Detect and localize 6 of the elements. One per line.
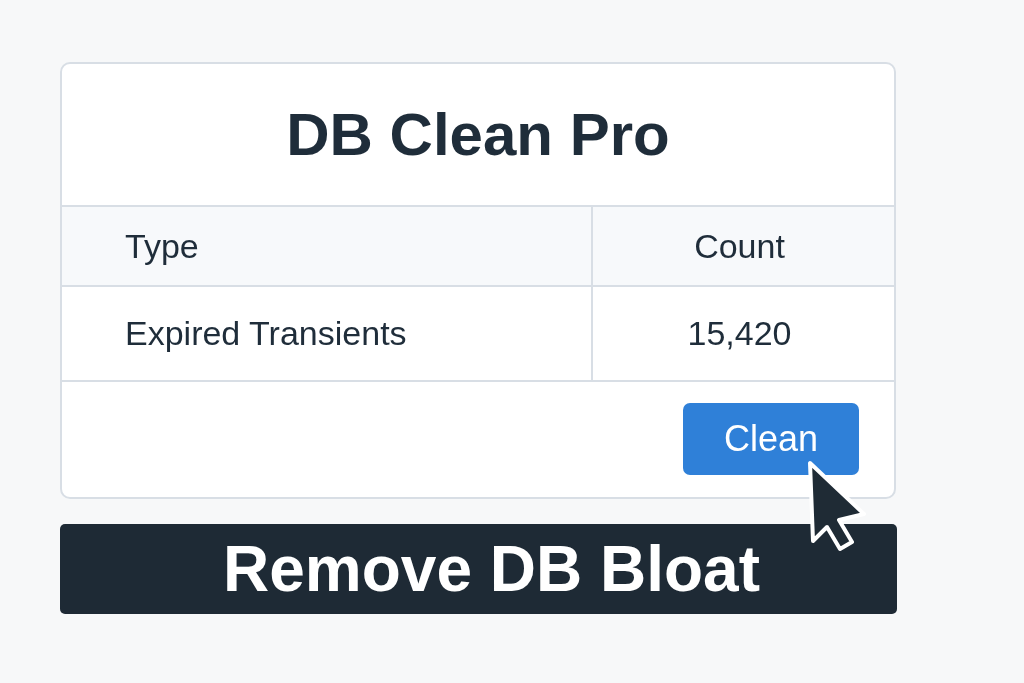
app-title: DB Clean Pro xyxy=(286,100,670,169)
caption-banner: Remove DB Bloat xyxy=(60,524,897,614)
table-cell: Expired Transients xyxy=(62,287,593,382)
clean-button[interactable]: Clean xyxy=(683,403,859,475)
column-header: Count xyxy=(593,207,894,287)
column-header: Type xyxy=(62,207,593,287)
